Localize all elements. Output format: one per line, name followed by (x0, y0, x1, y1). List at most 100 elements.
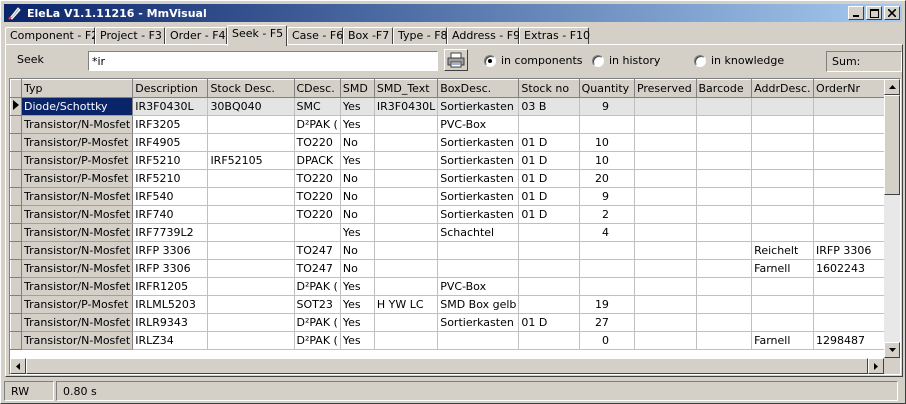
table-cell[interactable]: TO247 (294, 259, 341, 278)
table-cell[interactable]: 9 (579, 187, 635, 206)
tab-project[interactable]: Project - F3 (95, 27, 165, 45)
table-cell[interactable]: Sortierkasten (437, 97, 520, 116)
table-cell[interactable]: TO220 (294, 133, 341, 152)
table-cell[interactable]: 01 D (518, 187, 580, 206)
table-cell[interactable] (518, 259, 580, 278)
tab-type[interactable]: Type - F8 (393, 27, 448, 45)
table-cell[interactable] (696, 97, 753, 116)
column-header[interactable]: BoxDesc. (437, 79, 520, 98)
scroll-right-button[interactable] (868, 358, 884, 374)
table-cell[interactable] (374, 115, 439, 134)
table-cell[interactable] (751, 133, 815, 152)
table-cell[interactable] (751, 277, 815, 296)
table-cell[interactable] (751, 187, 815, 206)
table-cell[interactable]: IRF3205 (132, 115, 209, 134)
table-cell[interactable]: D²PAK ( (294, 331, 341, 350)
tab-box[interactable]: Box -F7 (343, 27, 393, 45)
table-cell[interactable]: Reichelt (751, 241, 815, 260)
table-cell[interactable] (813, 187, 891, 206)
table-cell[interactable] (751, 97, 815, 116)
table-cell[interactable] (518, 241, 580, 260)
table-cell[interactable] (207, 205, 295, 224)
table-row[interactable]: Transistor/N-Mosfet IRFP 3306 TO247 No Reich… (10, 241, 900, 260)
table-cell[interactable]: TO220 (294, 187, 341, 206)
table-cell[interactable]: IRFP 3306 (813, 241, 891, 260)
table-cell[interactable] (696, 331, 753, 350)
table-cell[interactable]: Transistor/N-Mosfet (21, 115, 134, 134)
column-header[interactable]: Quantity (578, 79, 635, 98)
table-cell[interactable]: Transistor/P-Mosfet (21, 295, 134, 314)
tab-order[interactable]: Order - F4 (165, 27, 227, 45)
table-cell[interactable] (634, 313, 697, 332)
table-cell[interactable]: Sortierkasten (437, 313, 520, 332)
table-cell[interactable]: Transistor/N-Mosfet (21, 187, 134, 206)
table-cell[interactable]: No (340, 133, 375, 152)
table-cell[interactable]: TO220 (294, 205, 341, 224)
table-row[interactable]: Transistor/N-Mosfet IRLZ34 D²PAK (Yes 0 Farn… (10, 331, 900, 350)
table-cell[interactable]: IRLML5203 (132, 295, 209, 314)
row-indicator[interactable] (10, 331, 22, 350)
table-cell[interactable]: Transistor/P-Mosfet (21, 133, 134, 152)
table-cell[interactable]: PVC-Box (437, 115, 520, 134)
table-cell[interactable] (696, 133, 753, 152)
table-cell[interactable] (696, 277, 753, 296)
results-grid[interactable]: Typ Description Stock Desc. CDesc. SMD S… (9, 78, 901, 375)
table-cell[interactable] (634, 259, 697, 278)
table-cell[interactable] (374, 169, 439, 188)
table-cell[interactable] (374, 259, 439, 278)
table-cell[interactable]: IR3F0430L (132, 97, 209, 116)
table-cell[interactable] (374, 187, 439, 206)
table-cell[interactable] (207, 169, 295, 188)
table-cell[interactable] (294, 223, 341, 242)
table-cell[interactable] (634, 331, 697, 350)
tab-case[interactable]: Case - F6 (287, 27, 343, 45)
table-cell[interactable] (751, 223, 815, 242)
table-cell[interactable]: IRFP 3306 (132, 241, 209, 260)
table-cell[interactable] (751, 115, 815, 134)
column-header[interactable]: Stock no (518, 79, 580, 98)
table-cell[interactable] (751, 205, 815, 224)
table-cell[interactable] (634, 205, 697, 224)
table-cell[interactable]: 19 (579, 295, 635, 314)
tab-seek[interactable]: Seek - F5 (227, 25, 287, 46)
table-cell[interactable]: 2 (579, 205, 635, 224)
table-cell[interactable] (437, 331, 520, 350)
table-cell[interactable]: Schachtel (437, 223, 520, 242)
table-row[interactable]: Transistor/P-Mosfet IRF4905 TO220 No Sortier… (10, 133, 900, 152)
table-cell[interactable] (813, 169, 891, 188)
vertical-scrollbar[interactable] (884, 79, 900, 358)
table-cell[interactable]: IRF540 (132, 187, 209, 206)
table-cell[interactable] (696, 295, 753, 314)
table-cell[interactable]: 10 (579, 133, 635, 152)
row-indicator[interactable] (10, 241, 22, 260)
table-cell[interactable] (374, 313, 439, 332)
table-cell[interactable] (374, 223, 439, 242)
table-cell[interactable]: SMC (294, 97, 341, 116)
table-cell[interactable] (518, 115, 580, 134)
table-cell[interactable]: Transistor/N-Mosfet (21, 259, 134, 278)
row-indicator[interactable] (10, 259, 22, 278)
table-cell[interactable]: Yes (340, 331, 375, 350)
table-cell[interactable]: No (340, 187, 375, 206)
column-header[interactable]: Preserved (633, 79, 697, 98)
table-cell[interactable]: H YW LC (374, 295, 439, 314)
table-cell[interactable]: 1602243 (813, 259, 891, 278)
table-cell[interactable] (207, 223, 295, 242)
table-cell[interactable] (437, 241, 520, 260)
column-header[interactable]: Typ (20, 79, 134, 98)
table-cell[interactable] (813, 223, 891, 242)
table-cell[interactable] (813, 295, 891, 314)
table-cell[interactable] (634, 97, 697, 116)
tab-extras[interactable]: Extras - F10 (519, 27, 590, 45)
column-header[interactable]: AddrDesc. (751, 79, 815, 98)
table-cell[interactable]: IRF5210 (132, 169, 209, 188)
table-cell[interactable]: 01 D (518, 205, 580, 224)
table-cell[interactable]: Transistor/N-Mosfet (21, 205, 134, 224)
table-cell[interactable]: Sortierkasten (437, 169, 520, 188)
table-cell[interactable]: Transistor/N-Mosfet (21, 331, 134, 350)
radio-button[interactable] (592, 54, 604, 67)
row-indicator[interactable] (10, 187, 22, 206)
table-cell[interactable]: 4 (579, 223, 635, 242)
table-cell[interactable]: 27 (579, 313, 635, 332)
table-cell[interactable] (518, 295, 580, 314)
